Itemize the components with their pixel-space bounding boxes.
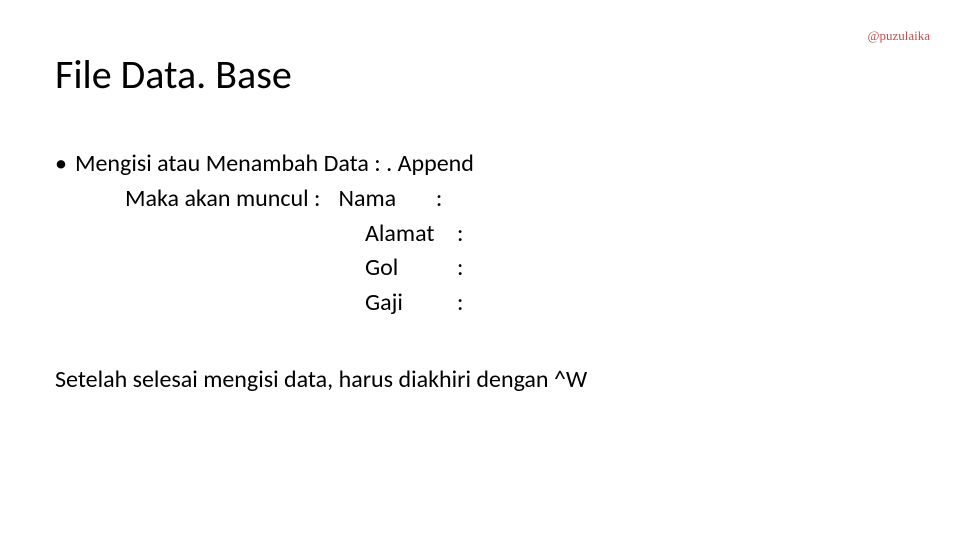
field-row: Alamat : [55, 217, 905, 252]
prompt-line: Maka akan muncul : Nama : [55, 182, 905, 217]
bullet-text: Mengisi atau Menambah Data : . Append [75, 147, 474, 182]
field-sep: : [457, 286, 463, 321]
page-title: File Data. Base [55, 50, 905, 99]
slide-content: File Data. Base • Mengisi atau Menambah … [0, 0, 960, 398]
field-label: Nama [338, 182, 430, 217]
field-sep: : [457, 217, 463, 252]
field-row: Gaji : [55, 286, 905, 321]
field-label: Gol [365, 251, 457, 286]
field-sep: : [457, 251, 463, 286]
field-label: Gaji [365, 286, 457, 321]
bullet-symbol: • [55, 147, 67, 182]
field-sep: : [436, 182, 442, 217]
field-label: Alamat [365, 217, 457, 252]
bullet-item: • Mengisi atau Menambah Data : . Append [55, 147, 905, 182]
footer-text: Setelah selesai mengisi data, harus diak… [55, 363, 905, 398]
watermark: @puzulaika [867, 28, 930, 44]
field-row: Gol : [55, 251, 905, 286]
prompt-lead: Maka akan muncul : [125, 182, 320, 217]
